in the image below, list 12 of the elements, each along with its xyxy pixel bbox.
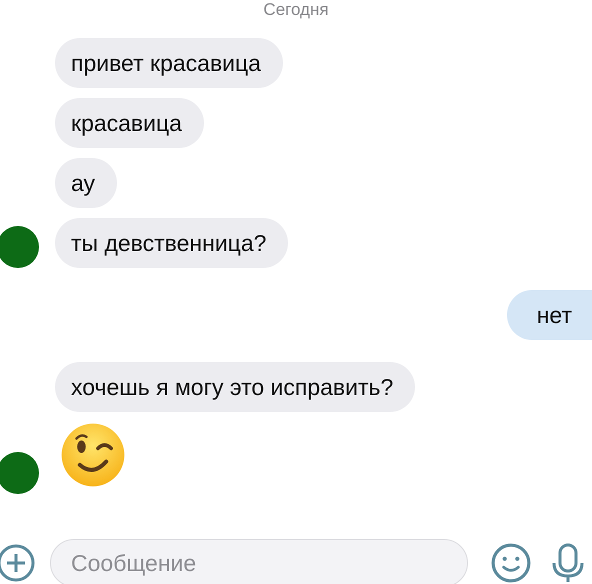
avatar[interactable] bbox=[0, 452, 39, 494]
message-input[interactable]: Сообщение bbox=[50, 539, 468, 584]
add-icon[interactable] bbox=[0, 543, 36, 583]
message-bubble: красавица bbox=[55, 98, 204, 148]
message-bubble: ау bbox=[55, 158, 118, 208]
smiley-icon[interactable] bbox=[490, 542, 532, 584]
message-bubble: нет bbox=[506, 290, 592, 340]
avatar[interactable] bbox=[0, 226, 39, 268]
message-bubble: ты девственница? bbox=[55, 218, 288, 268]
message-bubble: хочешь я могу это исправить? bbox=[55, 362, 416, 412]
message-bubble: привет красавица bbox=[55, 38, 283, 88]
date-label: Сегодня bbox=[263, 0, 329, 20]
